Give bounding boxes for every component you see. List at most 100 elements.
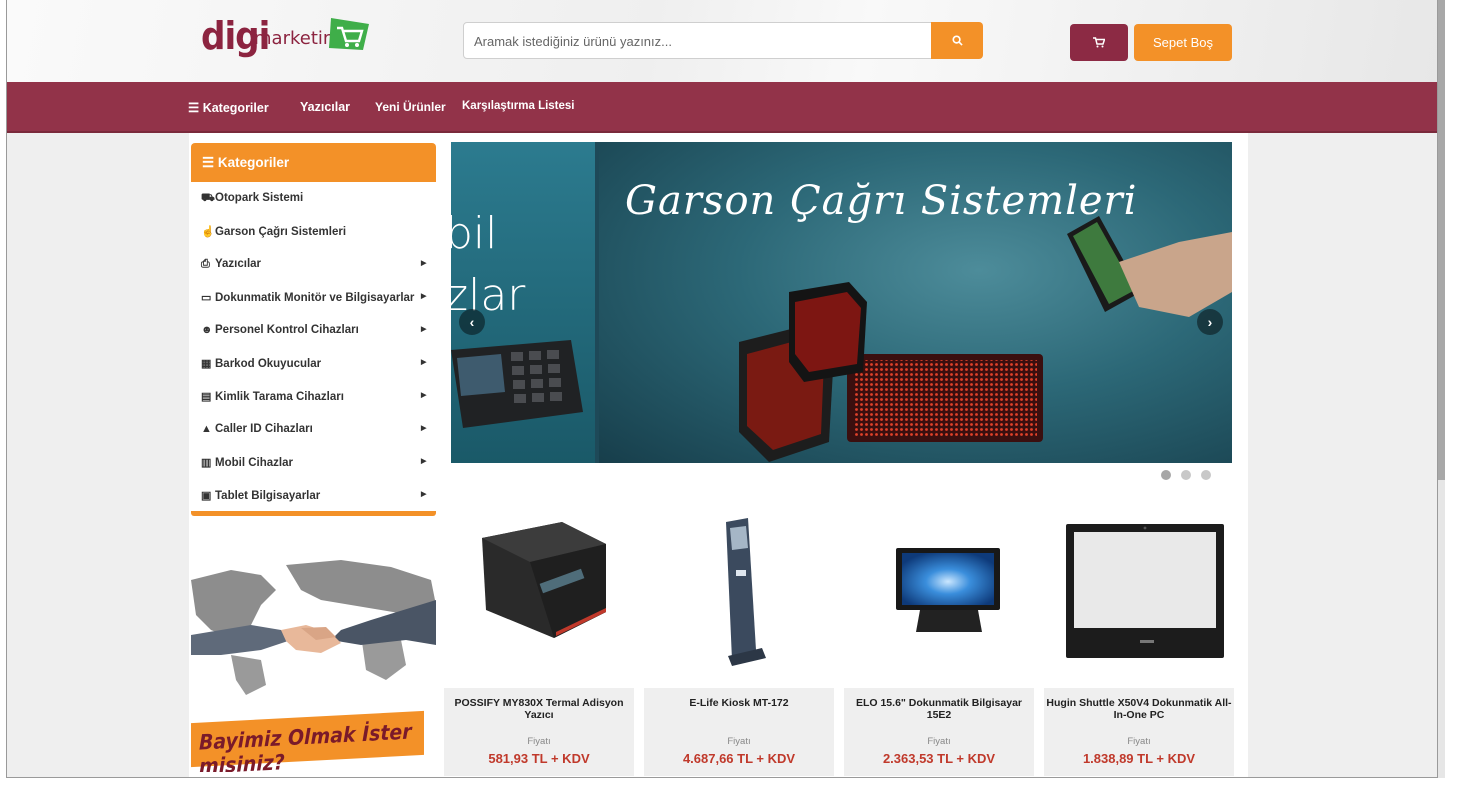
search-icon xyxy=(951,34,963,46)
slider-dots xyxy=(1161,467,1221,481)
chevron-right-icon: ▶ xyxy=(421,425,427,432)
category-item-kimlik-tarama[interactable]: ▤ Kimlik Tarama Cihazları ▶ xyxy=(191,380,436,413)
category-label: Barkod Okuyucular xyxy=(215,358,322,370)
category-label: Garson Çağrı Sistemleri xyxy=(215,226,347,238)
touch-computer-image xyxy=(896,548,1000,632)
page: digi marketim Aramak istediğiniz ürünü y… xyxy=(0,0,1457,790)
category-label: Personel Kontrol Cihazları xyxy=(215,324,359,336)
slider-dot[interactable] xyxy=(1161,470,1171,480)
menu-icon: ☰ xyxy=(188,101,200,115)
category-panel-header: ☰ Kategoriler xyxy=(191,143,436,182)
nav-item-label: Kategoriler xyxy=(202,101,269,115)
slider-next-button[interactable]: › xyxy=(1197,309,1223,335)
slider-dot[interactable] xyxy=(1181,470,1191,480)
cart-status-button[interactable]: Sepet Boş xyxy=(1134,24,1232,61)
previous-slide-peek: bil zlar xyxy=(451,142,595,463)
product-info: POSSIFY MY830X Termal Adisyon Yazıcı Fiy… xyxy=(444,688,634,776)
chevron-right-icon: › xyxy=(1207,314,1213,330)
chevron-right-icon: ▶ xyxy=(421,392,427,399)
chevron-right-icon: ▶ xyxy=(421,326,427,333)
category-label: Caller ID Cihazları xyxy=(215,423,313,435)
warning-icon: ▲ xyxy=(201,423,212,435)
product-name[interactable]: ELO 15.6" Dokunmatik Bilgisayar 15E2 xyxy=(846,697,1032,721)
product-card[interactable]: E-Life Kiosk MT-172 Fiyatı 4.687,66 TL +… xyxy=(644,500,834,776)
monitor-icon: ▭ xyxy=(201,292,212,304)
browser-frame: digi marketim Aramak istediğiniz ürünü y… xyxy=(6,0,1438,778)
nav-item-yeni-urunler[interactable]: Yeni Ürünler xyxy=(375,100,446,114)
page-scrollbar[interactable] xyxy=(1438,0,1445,778)
category-panel-footer xyxy=(191,511,436,516)
category-item-yazicilar[interactable]: ⎙ Yazıcılar ▶ xyxy=(191,248,436,281)
product-name[interactable]: E-Life Kiosk MT-172 xyxy=(646,697,832,709)
kiosk-image xyxy=(726,518,766,666)
price-label: Fiyatı xyxy=(927,736,951,747)
search-button[interactable] xyxy=(931,22,983,59)
product-card[interactable]: Hugin Shuttle X50V4 Dokunmatik All-In-On… xyxy=(1044,500,1234,776)
image-icon: ▣ xyxy=(201,490,212,502)
nav-item-kategoriler[interactable]: ☰ Kategoriler xyxy=(188,100,269,115)
product-info: Hugin Shuttle X50V4 Dokunmatik All-In-On… xyxy=(1044,688,1234,776)
product-card[interactable]: ELO 15.6" Dokunmatik Bilgisayar 15E2 Fiy… xyxy=(844,500,1034,776)
users-icon: ☻ xyxy=(201,324,213,336)
product-name[interactable]: POSSIFY MY830X Termal Adisyon Yazıcı xyxy=(446,697,632,721)
category-label: Yazıcılar xyxy=(215,258,262,270)
scrollbar-thumb[interactable] xyxy=(1438,0,1445,480)
dealer-banner[interactable]: Bayimiz Olmak İster misiniz? xyxy=(191,545,436,772)
category-panel: ☰ Kategoriler ⛟Otopark Sistemi ☝Garson Ç… xyxy=(191,143,436,517)
category-item-garson-cagri[interactable]: ☝Garson Çağrı Sistemleri xyxy=(191,215,436,248)
cart-icon xyxy=(1093,37,1106,48)
printer-image xyxy=(482,522,606,638)
product-card[interactable]: POSSIFY MY830X Termal Adisyon Yazıcı Fiy… xyxy=(444,500,634,776)
product-price: 4.687,66 TL + KDV xyxy=(682,751,796,766)
hand-icon: ☝ xyxy=(201,226,215,238)
search-input[interactable]: Aramak istediğiniz ürünü yazınız... xyxy=(463,22,935,59)
category-item-personel-kontrol[interactable]: ☻ Personel Kontrol Cihazları ▶ xyxy=(191,314,436,347)
product-price: 1.838,89 TL + KDV xyxy=(1082,751,1196,766)
category-item-tablet[interactable]: ▣ Tablet Bilgisayarlar ▶ xyxy=(191,479,436,512)
category-label: Tablet Bilgisayarlar xyxy=(215,490,321,502)
printer-icon: ⎙ xyxy=(201,258,210,270)
product-image xyxy=(844,500,1034,688)
site-header: digi marketim Aramak istediğiniz ürünü y… xyxy=(7,0,1437,82)
product-image xyxy=(444,500,634,688)
slide-title: Garson Çağrı Sistemleri xyxy=(625,178,1138,224)
price-label: Fiyatı xyxy=(727,736,751,747)
hero-slider[interactable]: bil zlar xyxy=(451,142,1232,463)
chevron-left-icon: ‹ xyxy=(469,314,475,330)
chevron-right-icon: ▶ xyxy=(421,491,427,498)
category-item-mobil[interactable]: ▥ Mobil Cihazlar ▶ xyxy=(191,446,436,479)
handshake-image xyxy=(191,545,436,720)
product-info: E-Life Kiosk MT-172 Fiyatı 4.687,66 TL +… xyxy=(644,688,834,776)
category-label: Kimlik Tarama Cihazları xyxy=(215,391,344,403)
product-price: 581,93 TL + KDV xyxy=(488,751,590,766)
category-label: Mobil Cihazlar xyxy=(215,457,293,469)
slide-peek-text: bil xyxy=(451,208,498,259)
car-icon: ⛟ xyxy=(201,192,215,204)
site-logo[interactable]: digi marketim xyxy=(201,16,373,60)
price-label: Fiyatı xyxy=(527,736,551,747)
all-in-one-pc-image xyxy=(1066,524,1224,658)
chevron-right-icon: ▶ xyxy=(421,293,427,300)
logo-cart-icon xyxy=(329,18,369,50)
pos-terminal-image xyxy=(451,340,583,428)
menu-icon: ☰ xyxy=(202,155,215,170)
building-icon: ▥ xyxy=(201,457,212,469)
nav-item-yazicilar[interactable]: Yazıcılar xyxy=(300,100,350,114)
category-item-caller-id[interactable]: ▲ Caller ID Cihazları ▶ xyxy=(191,413,436,446)
category-panel-title: Kategoriler xyxy=(217,155,290,170)
main-nav: ☰ Kategoriler Yazıcılar Yeni Ürünler Kar… xyxy=(7,82,1437,133)
slider-dot[interactable] xyxy=(1201,470,1211,480)
category-item-dokunmatik[interactable]: ▭ Dokunmatik Monitör ve Bilgisayarlar ▶ xyxy=(191,281,436,314)
product-name[interactable]: Hugin Shuttle X50V4 Dokunmatik All-In-On… xyxy=(1046,697,1232,721)
category-item-otopark[interactable]: ⛟Otopark Sistemi xyxy=(191,182,436,215)
category-label: Otopark Sistemi xyxy=(215,192,304,204)
nav-item-karsilastirma-listesi[interactable]: Karşılaştırma Listesi xyxy=(462,100,575,112)
cart-button[interactable] xyxy=(1070,24,1128,61)
category-item-barkod[interactable]: ▦ Barkod Okuyucular ▶ xyxy=(191,347,436,380)
chevron-right-icon: ▶ xyxy=(421,359,427,366)
product-price: 2.363,53 TL + KDV xyxy=(882,751,996,766)
slider-prev-button[interactable]: ‹ xyxy=(459,309,485,335)
id-card-icon: ▤ xyxy=(201,391,212,403)
chevron-right-icon: ▶ xyxy=(421,260,427,267)
category-label: Dokunmatik Monitör ve Bilgisayarlar xyxy=(215,292,415,304)
